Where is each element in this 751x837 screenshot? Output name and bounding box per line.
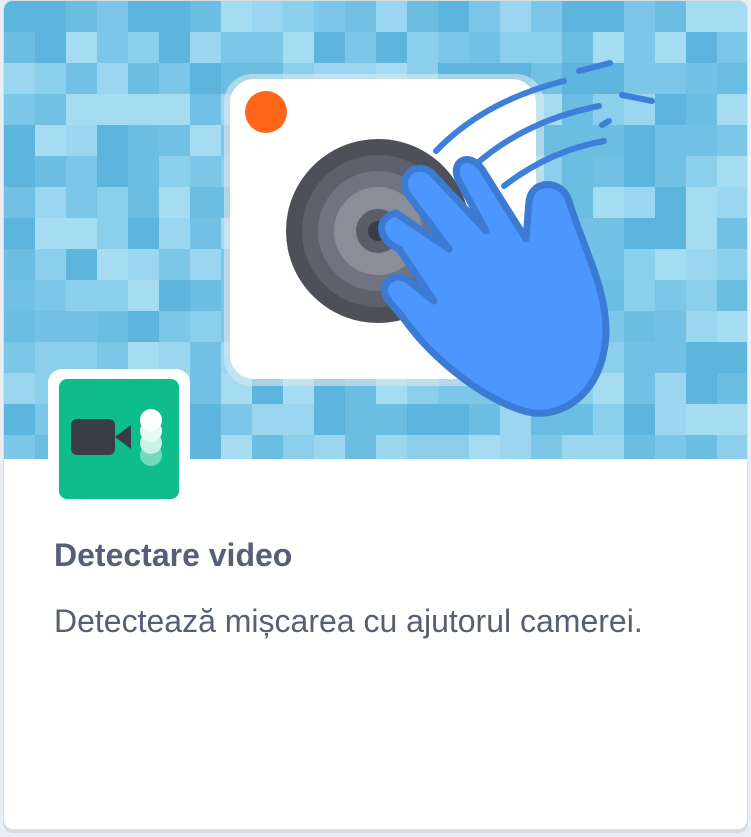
record-dot-icon (245, 91, 287, 133)
extension-card[interactable]: Detectare video Detectează mișcarea cu a… (3, 0, 748, 830)
video-sensing-icon (59, 379, 179, 499)
extension-title: Detectare video (54, 537, 293, 573)
extension-description: Detectează mișcarea cu ajutorul camerei. (54, 603, 643, 639)
extension-badge (48, 369, 190, 511)
